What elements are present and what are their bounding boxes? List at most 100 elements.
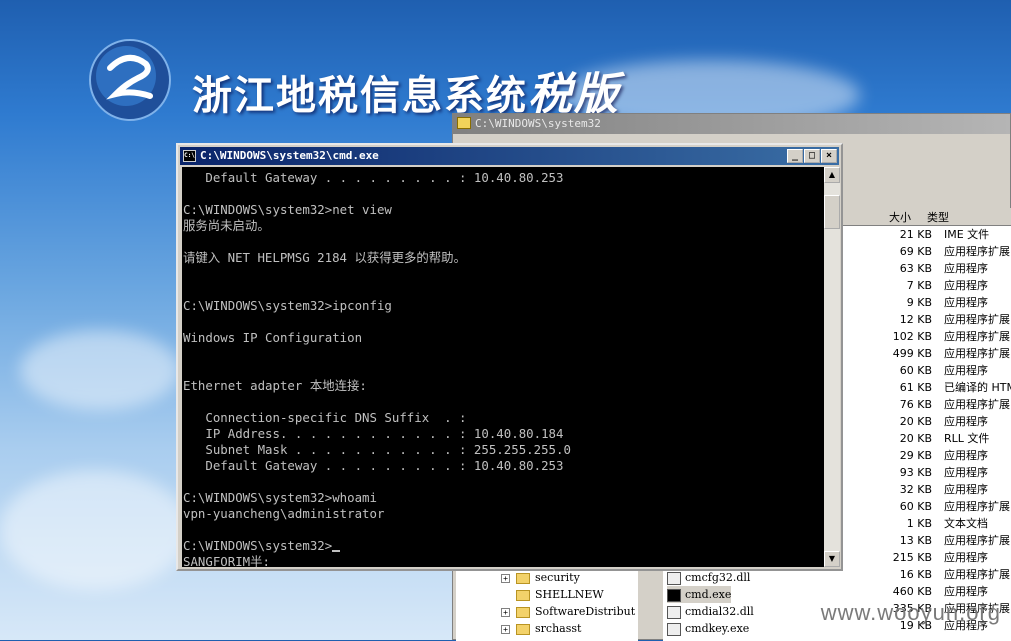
table-row[interactable]: 69 KB 应用程序扩展 [841, 243, 1011, 260]
file-item[interactable]: cmcfg32.dll [667, 569, 750, 586]
console-line: Ethernet adapter 本地连接: [183, 378, 367, 393]
expand-icon[interactable]: + [501, 573, 510, 583]
file-type: 已编译的 HTML [944, 381, 1011, 394]
table-row[interactable]: 32 KB 应用程序 [841, 481, 1011, 498]
file-type: RLL 文件 [944, 432, 990, 445]
tree-item-shellnew[interactable]: SHELLNEW [501, 586, 604, 603]
file-item[interactable]: cmd.exe [667, 586, 732, 603]
file-type: 应用程序 [944, 364, 988, 377]
cmd-window[interactable]: C:\ C:\WINDOWS\system32\cmd.exe _ □ × De… [176, 143, 843, 571]
file-type: 应用程序扩展 [944, 330, 1010, 343]
scroll-down-button[interactable]: ▼ [824, 551, 840, 567]
console-line: SANGFORIM半: [183, 554, 270, 567]
file-name-list[interactable]: cmcfg32.dll cmd.exe cmdial32.dll cmdkey.… [663, 569, 841, 641]
scroll-up-button[interactable]: ▲ [824, 167, 840, 183]
table-row[interactable]: 102 KB 应用程序扩展 [841, 328, 1011, 345]
console-line: C:\WINDOWS\system32> [183, 538, 341, 554]
file-type: 应用程序扩展 [944, 568, 1010, 581]
folder-icon [516, 606, 530, 618]
file-size: 63 KB [899, 262, 932, 275]
table-row[interactable]: 16 KB 应用程序扩展 [841, 566, 1011, 583]
file-type: 应用程序 [944, 466, 988, 479]
exe-file-icon [667, 622, 681, 636]
file-item[interactable]: cmdial32.dll [667, 603, 754, 620]
table-row[interactable]: 9 KB 应用程序 [841, 294, 1011, 311]
dll-file-icon [667, 571, 681, 585]
column-type[interactable]: 类型 [927, 209, 949, 225]
maximize-button[interactable]: □ [804, 149, 820, 163]
console-line: Connection-specific DNS Suffix . : [183, 410, 467, 425]
console-icon: C:\ [183, 150, 196, 162]
file-size: 93 KB [899, 466, 932, 479]
table-row[interactable]: 76 KB 应用程序扩展 [841, 396, 1011, 413]
expand-icon[interactable]: + [501, 607, 510, 617]
file-size: 215 KB [892, 551, 932, 564]
console-line: C:\WINDOWS\system32>whoami [183, 490, 377, 505]
close-button[interactable]: × [821, 149, 837, 163]
console-line: C:\WINDOWS\system32>net view [183, 202, 392, 217]
table-row[interactable]: 60 KB 应用程序扩展 [841, 498, 1011, 515]
console-output[interactable]: Default Gateway . . . . . . . . . : 10.4… [182, 167, 824, 567]
table-row[interactable]: 21 KB IME 文件 [841, 226, 1011, 243]
file-type: 应用程序 [944, 483, 988, 496]
tree-item-srchasst[interactable]: + srchasst [501, 620, 581, 637]
console-line: C:\WINDOWS\system32>ipconfig [183, 298, 392, 313]
table-row[interactable]: 499 KB 应用程序扩展 [841, 345, 1011, 362]
table-row[interactable]: 60 KB 应用程序 [841, 362, 1011, 379]
watermark: www.wooyun.org [820, 600, 1001, 625]
table-row[interactable]: 13 KB 应用程序扩展 [841, 532, 1011, 549]
file-size: 460 KB [892, 585, 932, 598]
cmd-titlebar[interactable]: C:\ C:\WINDOWS\system32\cmd.exe _ □ × [180, 147, 839, 165]
file-size: 60 KB [899, 500, 932, 513]
file-size: 61 KB [899, 381, 932, 394]
folder-icon [516, 623, 530, 635]
table-row[interactable]: 215 KB 应用程序 [841, 549, 1011, 566]
file-list-pane[interactable]: 大小 类型 21 KB IME 文件 69 KB 应用程序扩展 63 KB 应用程序 7 K… [841, 208, 1011, 641]
console-line: Default Gateway . . . . . . . . . : 10.4… [183, 458, 564, 473]
folder-icon [516, 589, 530, 601]
cmd-file-icon [667, 588, 681, 602]
file-type: 文本文档 [944, 517, 988, 530]
tree-item-softwaredistribution[interactable]: + SoftwareDistribut [501, 603, 635, 620]
folder-tree[interactable]: + security SHELLNEW + SoftwareDistribut + s… [456, 569, 638, 641]
console-line: vpn-yuancheng\administrator [183, 506, 385, 521]
explorer-title: C:\WINDOWS\system32 [475, 117, 601, 130]
file-size: 102 KB [892, 330, 932, 343]
folder-icon [457, 117, 471, 129]
file-size: 20 KB [899, 432, 932, 445]
table-row[interactable]: 7 KB 应用程序 [841, 277, 1011, 294]
column-size[interactable]: 大小 [889, 209, 911, 225]
file-size: 12 KB [899, 313, 932, 326]
file-type: 应用程序 [944, 415, 988, 428]
scroll-thumb[interactable] [824, 195, 840, 229]
expand-icon[interactable]: + [501, 624, 510, 634]
column-header: 大小 类型 [841, 208, 1011, 226]
file-size: 32 KB [899, 483, 932, 496]
file-item[interactable]: cmdkey.exe [667, 620, 749, 637]
file-size: 29 KB [899, 449, 932, 462]
file-size: 499 KB [892, 347, 932, 360]
table-row[interactable]: 20 KB 应用程序 [841, 413, 1011, 430]
console-line: Default Gateway . . . . . . . . . : 10.4… [183, 170, 564, 185]
table-row[interactable]: 29 KB 应用程序 [841, 447, 1011, 464]
vertical-scrollbar[interactable]: ▲ ▼ [824, 167, 840, 567]
console-line: 服务尚未启动。 [183, 218, 270, 233]
table-row[interactable]: 460 KB 应用程序 [841, 583, 1011, 600]
file-type: IME 文件 [944, 228, 990, 241]
console-line: IP Address. . . . . . . . . . . . : 10.4… [183, 426, 564, 441]
table-row[interactable]: 93 KB 应用程序 [841, 464, 1011, 481]
table-row[interactable]: 12 KB 应用程序扩展 [841, 311, 1011, 328]
file-type: 应用程序 [944, 296, 988, 309]
background-cloud [0, 470, 190, 590]
folder-icon [516, 572, 530, 584]
file-size: 9 KB [906, 296, 932, 309]
file-size: 16 KB [899, 568, 932, 581]
minimize-button[interactable]: _ [787, 149, 803, 163]
table-row[interactable]: 61 KB 已编译的 HTML [841, 379, 1011, 396]
tree-item-security[interactable]: + security [501, 569, 580, 586]
table-row[interactable]: 20 KB RLL 文件 [841, 430, 1011, 447]
table-row[interactable]: 63 KB 应用程序 [841, 260, 1011, 277]
file-type: 应用程序 [944, 262, 988, 275]
table-row[interactable]: 1 KB 文本文档 [841, 515, 1011, 532]
explorer-titlebar[interactable]: C:\WINDOWS\system32 [453, 114, 1010, 134]
